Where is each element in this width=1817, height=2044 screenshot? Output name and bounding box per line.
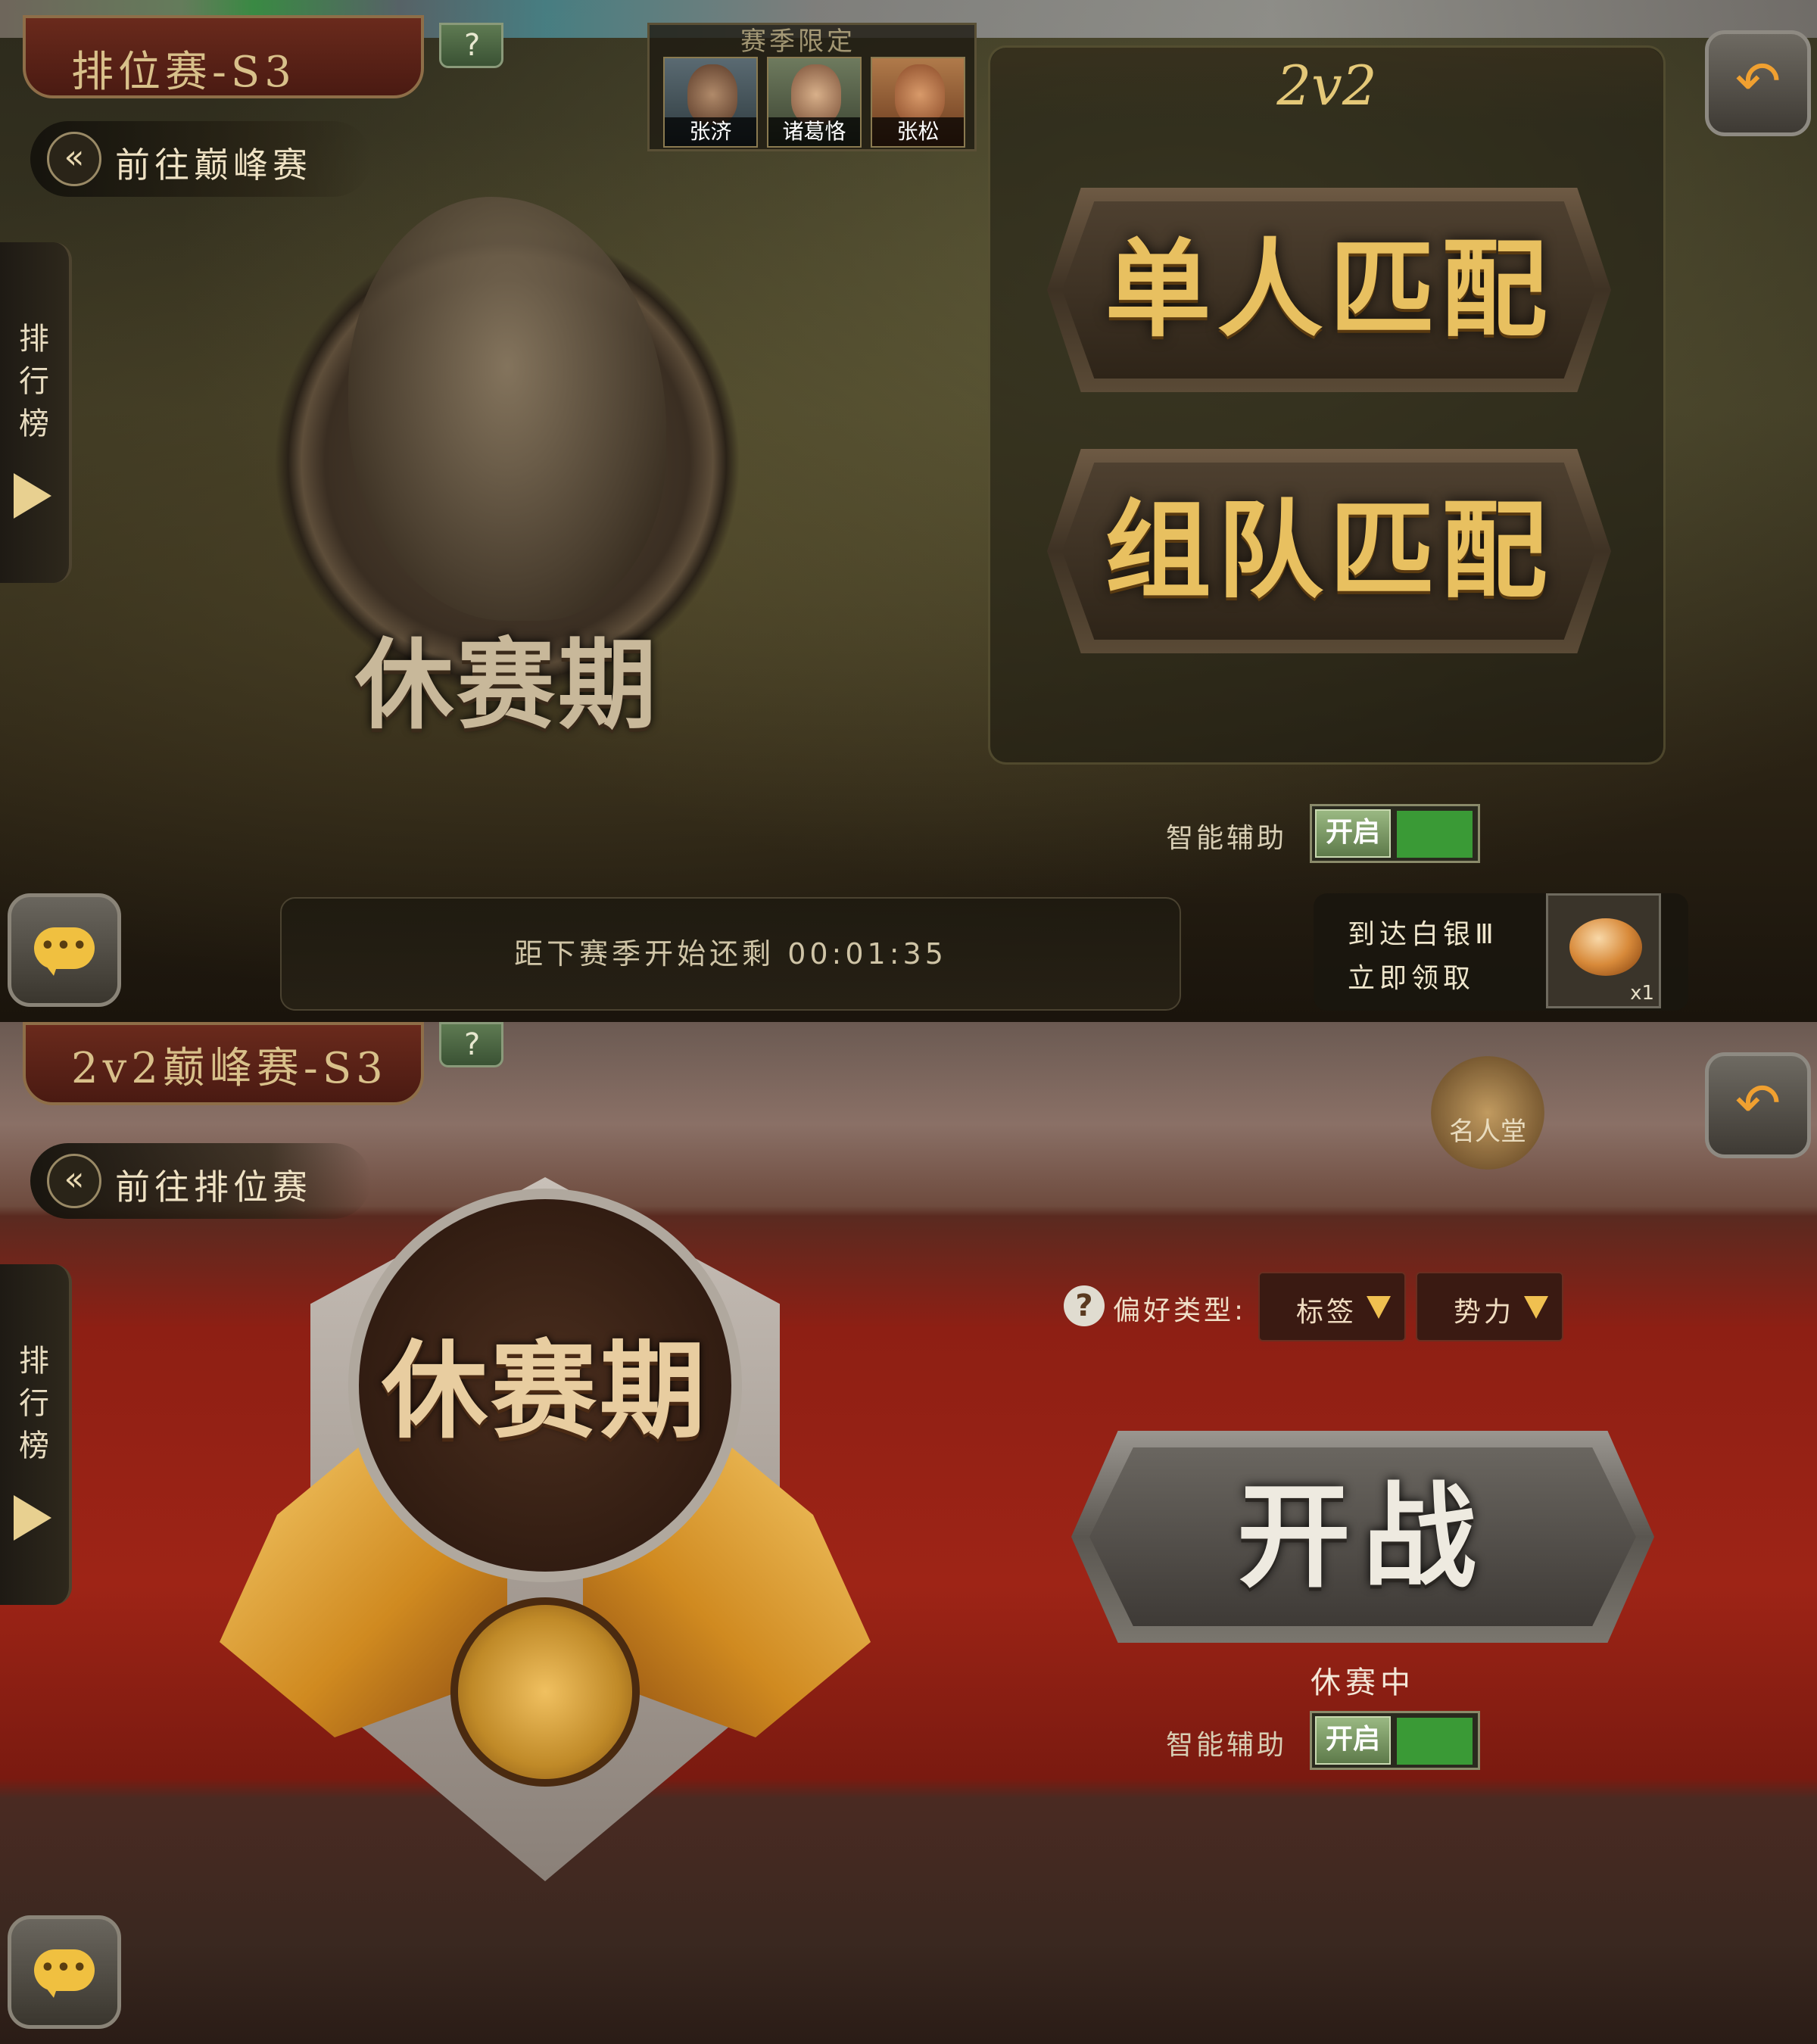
hero-portrait [895,64,945,125]
triangle-down-icon [1367,1296,1391,1319]
question-icon[interactable]: ? [1064,1285,1105,1326]
smart-assist-toggle[interactable]: 开启 [1310,1711,1480,1770]
chat-button[interactable]: ••• [8,893,121,1007]
chat-button[interactable]: ••• [8,1915,121,2029]
hero-name: 张松 [872,117,964,146]
help-icon: ? [464,1027,481,1062]
double-chevron-left-icon: « [47,132,101,186]
leaderboard-tab[interactable]: 排行榜 [0,1264,72,1605]
phoenix-medal-icon [450,1597,640,1787]
season-countdown: 距下赛季开始还剩 00:01:35 [280,897,1181,1011]
season-title: 排位赛-S3 [71,48,296,97]
season-emblem: 休赛期 [220,1177,871,1889]
hero-card[interactable]: 张济 [663,57,758,148]
peak-match-screen: 2v2巅峰赛-S3 ? 名人堂 ↶ « 前往排位赛 排行榜 休赛期 ? 偏好类型… [0,1022,1817,2044]
leaderboard-label: 排行榜 [19,322,49,441]
preference-label: 偏好类型: [1113,1295,1247,1326]
smart-assist-label: 智能辅助 [1166,823,1288,854]
match-mode-panel: 2v2 单人匹配 组队匹配 [988,45,1666,765]
smart-assist-toggle[interactable]: 开启 [1310,804,1480,863]
back-button[interactable]: ↶ [1705,30,1811,136]
tag-filter-dropdown[interactable]: 标签 [1258,1272,1406,1341]
reward-claim-label: 立即领取 [1348,963,1476,994]
reward-requirement: 到达白银Ⅲ [1348,919,1498,950]
solo-match-label: 单人匹配 [1105,228,1554,352]
smart-assist-row: 智能辅助 开启 [1166,804,1484,865]
triangle-down-icon [1524,1296,1548,1319]
hero-card[interactable]: 诸葛恪 [767,57,862,148]
help-button[interactable]: ? [439,23,503,68]
reward-item-icon [1569,918,1642,976]
featured-heroes-header: 赛季限定 [740,26,856,57]
double-chevron-left-icon: « [47,1154,101,1208]
season-title: 2v2巅峰赛-S3 [71,1044,388,1093]
play-triangle-icon [14,1495,51,1541]
toggle-track [1397,1718,1473,1765]
toggle-on-label: 开启 [1315,809,1391,858]
hero-portrait [791,64,841,125]
hero-portrait [687,64,737,125]
undo-arrow-icon: ↶ [1734,49,1781,113]
back-button[interactable]: ↶ [1705,1052,1811,1158]
help-icon: ? [464,28,481,63]
match-status: 休赛中 [1311,1665,1415,1700]
season-emblem: 休赛期 [250,182,765,757]
leaderboard-label: 排行榜 [19,1344,49,1463]
team-match-label: 组队匹配 [1105,489,1554,613]
reward-item-slot[interactable]: x1 [1546,893,1661,1008]
help-button[interactable]: ? [439,1022,503,1067]
hall-of-fame-button[interactable]: 名人堂 [1431,1056,1544,1170]
off-season-label: 休赛期 [381,1329,709,1454]
start-battle-label: 开战 [1236,1470,1488,1603]
mode-title: 2v2 [990,48,1663,123]
toggle-track [1397,811,1473,858]
hero-card[interactable]: 张松 [871,57,965,148]
countdown-text: 距下赛季开始还剩 00:01:35 [514,937,947,971]
leaderboard-tab[interactable]: 排行榜 [0,242,72,583]
nav-back-label: 前往巅峰赛 [115,145,312,185]
play-triangle-icon [14,473,51,519]
solo-match-button[interactable]: 单人匹配 [1047,188,1611,392]
off-season-label: 休赛期 [354,627,659,743]
faction-filter-value: 势力 [1454,1297,1515,1328]
smart-assist-label: 智能辅助 [1166,1730,1288,1761]
featured-heroes-panel: 赛季限定 张济 诸葛恪 张松 [647,23,977,151]
chat-bubble-icon: ••• [34,1949,95,1998]
season-title-plaque: 排位赛-S3 [23,15,424,98]
reward-quantity: x1 [1630,982,1654,1005]
ranked-screen: 排位赛-S3 ? 赛季限定 张济 诸葛恪 张松 ↶ « 前往巅峰赛 排行榜 休赛… [0,0,1817,1022]
faction-filter-dropdown[interactable]: 势力 [1416,1272,1563,1341]
season-title-plaque: 2v2巅峰赛-S3 [23,1022,424,1105]
preference-row: ? 偏好类型: 标签 势力 [1060,1272,1575,1348]
hero-name: 张济 [665,117,756,146]
smart-assist-row: 智能辅助 开启 [1166,1711,1484,1771]
tag-filter-value: 标签 [1296,1297,1357,1328]
hall-of-fame-label: 名人堂 [1449,1117,1526,1147]
toggle-on-label: 开启 [1315,1716,1391,1765]
hero-name: 诸葛恪 [768,117,860,146]
start-battle-button[interactable]: 开战 [1071,1431,1654,1643]
team-match-button[interactable]: 组队匹配 [1047,449,1611,653]
undo-arrow-icon: ↶ [1734,1071,1781,1135]
chat-bubble-icon: ••• [34,927,95,976]
